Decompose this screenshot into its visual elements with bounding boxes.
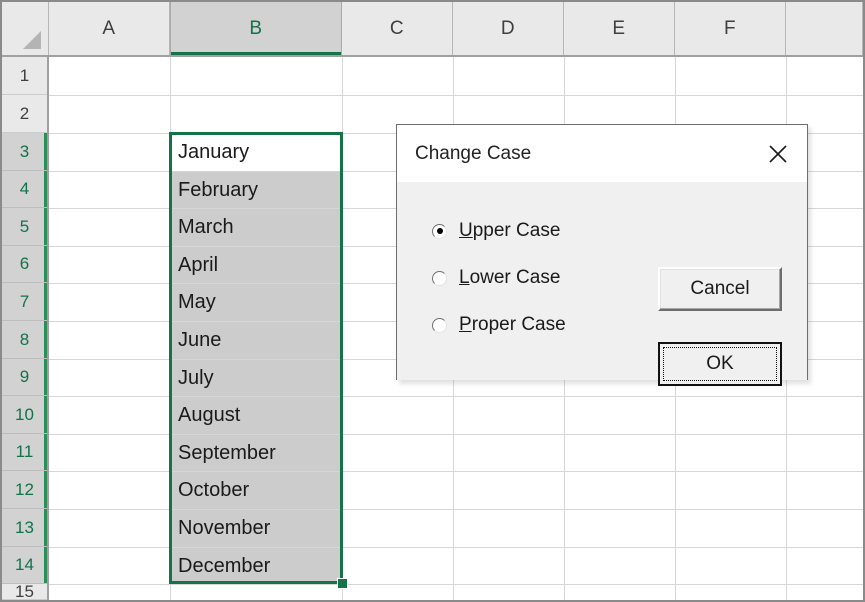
dialog-titlebar: Change Case [397, 125, 807, 182]
row-header-7[interactable]: 7 [2, 283, 47, 321]
cell-b6[interactable]: April [171, 247, 341, 283]
radio-option-p-proper-case[interactable]: Proper Case [432, 314, 566, 336]
row-header-6[interactable]: 6 [2, 246, 47, 283]
select-all-corner[interactable] [2, 2, 49, 55]
row-header-8[interactable]: 8 [2, 321, 47, 359]
column-header-c[interactable]: C [342, 2, 453, 55]
radio-option-label: Upper Case [459, 220, 561, 241]
row-header-9[interactable]: 9 [2, 359, 47, 396]
radio-selected-dot-icon [436, 228, 443, 234]
radio-option-l-lower-case[interactable]: Lower Case [432, 267, 560, 289]
column-header-b[interactable]: B [170, 2, 342, 55]
radio-option-label: Lower Case [459, 267, 561, 288]
ok-button[interactable]: OK [658, 342, 782, 386]
change-case-dialog: Change Case Upper Case Lower Case Proper C… [396, 124, 808, 386]
row-header-12[interactable]: 12 [2, 471, 47, 509]
cell-b13[interactable]: November [171, 510, 341, 547]
column-header-strip: ABCDEF [2, 2, 863, 57]
radio-option-label: Proper Case [459, 314, 566, 335]
cell-b14[interactable]: December [171, 548, 341, 584]
cell-b9[interactable]: July [171, 360, 341, 396]
radio-button-icon[interactable] [432, 317, 447, 333]
gridline-horizontal [49, 95, 863, 96]
cell-b11[interactable]: September [171, 435, 341, 471]
row-header-15[interactable]: 15 [2, 582, 47, 600]
gridline-horizontal [49, 584, 863, 585]
column-header-e[interactable]: E [564, 2, 675, 55]
row-header-10[interactable]: 10 [2, 396, 47, 434]
row-header-14[interactable]: 14 [2, 547, 47, 584]
select-all-triangle-icon [23, 31, 41, 49]
fill-handle[interactable] [337, 578, 348, 589]
cell-b5[interactable]: March [171, 209, 341, 246]
row-header-11[interactable]: 11 [2, 434, 47, 471]
cell-b3[interactable]: January [171, 134, 341, 171]
ok-button-focus-ring: OK [663, 347, 777, 381]
cell-b7[interactable]: May [171, 284, 341, 321]
ok-button-label: OK [706, 353, 734, 374]
row-header-1[interactable]: 1 [2, 57, 47, 95]
cell-b8[interactable]: June [171, 322, 341, 359]
radio-button-icon[interactable] [432, 223, 447, 239]
cell-b12[interactable]: October [171, 472, 341, 509]
column-header-d[interactable]: D [453, 2, 564, 55]
row-header-5[interactable]: 5 [2, 208, 47, 246]
column-header-f[interactable]: F [675, 2, 786, 55]
close-icon[interactable] [763, 139, 793, 169]
row-header-13[interactable]: 13 [2, 509, 47, 547]
row-header-3[interactable]: 3 [2, 133, 47, 171]
cancel-button-label: Cancel [690, 278, 750, 299]
cancel-button[interactable]: Cancel [658, 267, 782, 311]
radio-button-icon[interactable] [432, 270, 447, 286]
cell-b4[interactable]: February [171, 172, 341, 208]
gridline-vertical [342, 57, 343, 600]
radio-option-u-upper-case[interactable]: Upper Case [432, 220, 560, 242]
column-header-a[interactable]: A [49, 2, 170, 55]
excel-screenshot: January February March April May June July Augu… [0, 0, 865, 602]
column-header-blank[interactable] [786, 2, 863, 55]
row-header-strip: 1 2 3 4 5 6 7 8 9 10 11 12 13 14 15 [2, 57, 49, 600]
dialog-title: Change Case [415, 142, 532, 164]
dialog-body: Upper Case Lower Case Proper Case Cancel O… [397, 182, 807, 386]
row-header-4[interactable]: 4 [2, 171, 47, 208]
row-header-2[interactable]: 2 [2, 95, 47, 133]
gridline-horizontal [49, 600, 863, 601]
cell-b10[interactable]: August [171, 397, 341, 434]
